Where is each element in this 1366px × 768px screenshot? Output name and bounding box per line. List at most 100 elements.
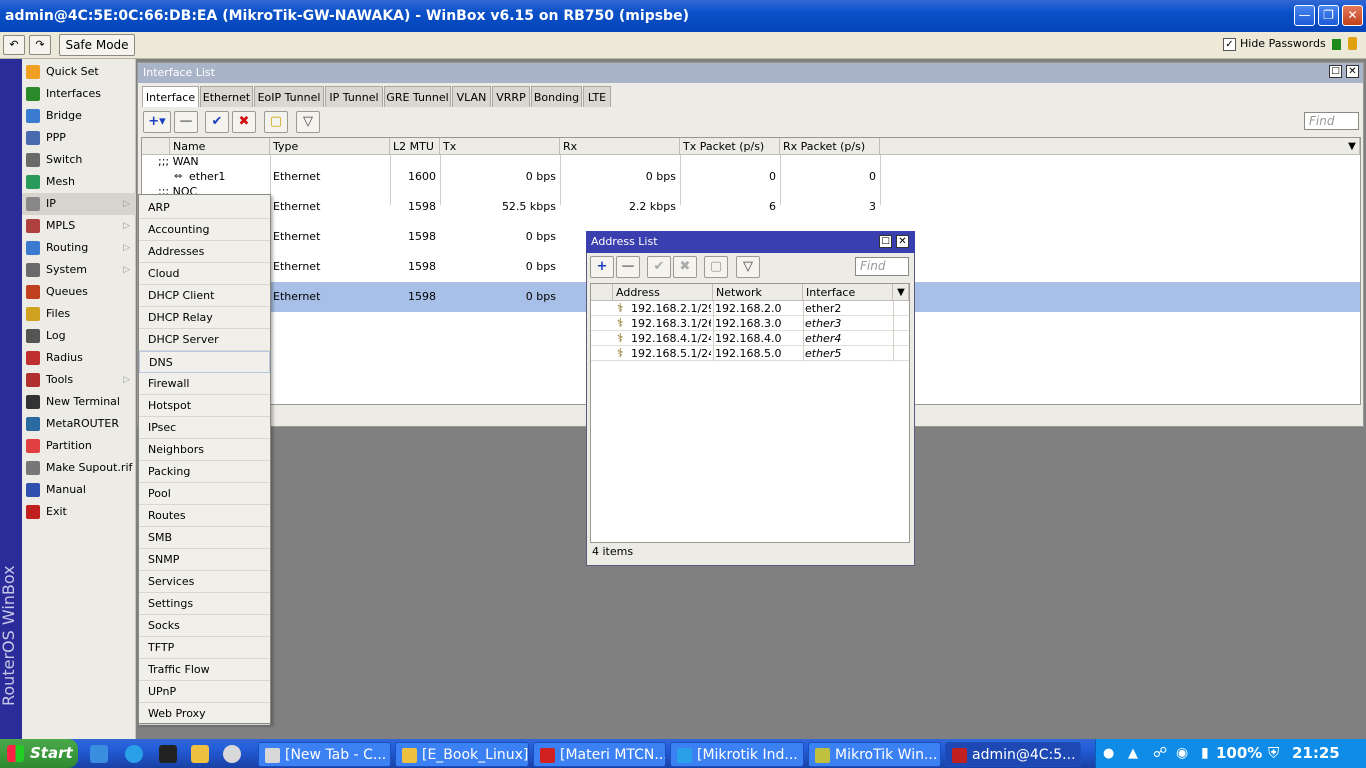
- redo-button[interactable]: ↷: [29, 35, 51, 55]
- ip-submenu-item-arp[interactable]: ARP: [139, 197, 270, 219]
- ie-icon[interactable]: [125, 745, 143, 763]
- ip-submenu-item-accounting[interactable]: Accounting: [139, 219, 270, 241]
- address-list-maximize-button[interactable]: □: [879, 235, 892, 248]
- address-filter-button[interactable]: ▽: [736, 256, 760, 278]
- sidebar-item-partition[interactable]: Partition: [22, 435, 136, 457]
- ip-submenu-item-routes[interactable]: Routes: [139, 505, 270, 527]
- sidebar-item-quick-set[interactable]: Quick Set: [22, 61, 136, 83]
- security-icon[interactable]: ⛨: [1268, 744, 1279, 762]
- safe-mode-button[interactable]: Safe Mode: [59, 34, 135, 56]
- sidebar-item-manual[interactable]: Manual: [22, 479, 136, 501]
- battery-icon[interactable]: ▮: [1201, 745, 1209, 761]
- address-remove-button[interactable]: —: [616, 256, 640, 278]
- tab-bonding[interactable]: Bonding: [531, 86, 582, 107]
- column-header[interactable]: L2 MTU: [390, 138, 440, 155]
- chrome-icon[interactable]: [223, 745, 241, 763]
- ip-submenu-item-packing[interactable]: Packing: [139, 461, 270, 483]
- ip-submenu-item-addresses[interactable]: Addresses: [139, 241, 270, 263]
- sidebar-item-metarouter[interactable]: MetaROUTER: [22, 413, 136, 435]
- sidebar-item-queues[interactable]: Queues: [22, 281, 136, 303]
- taskbar-item[interactable]: MikroTik Win...: [808, 742, 941, 767]
- address-row[interactable]: ⚕ 192.168.4.1/24 192.168.4.0 ether4: [591, 331, 909, 346]
- address-row[interactable]: ⚕ 192.168.3.1/26 192.168.3.0 ether3: [591, 316, 909, 331]
- desktop-icon[interactable]: [90, 745, 108, 763]
- interface-list-close-button[interactable]: ✕: [1346, 65, 1359, 78]
- interface-list-maximize-button[interactable]: □: [1329, 65, 1342, 78]
- sidebar-item-files[interactable]: Files: [22, 303, 136, 325]
- minimize-button[interactable]: —: [1294, 5, 1315, 26]
- sidebar-item-ppp[interactable]: PPP: [22, 127, 136, 149]
- address-column-header[interactable]: [591, 284, 613, 301]
- taskbar-item[interactable]: admin@4C:5...: [945, 742, 1081, 767]
- sidebar-item-switch[interactable]: Switch: [22, 149, 136, 171]
- ip-submenu-item-hotspot[interactable]: Hotspot: [139, 395, 270, 417]
- address-column-header[interactable]: Interface: [803, 284, 893, 301]
- sidebar-item-bridge[interactable]: Bridge: [22, 105, 136, 127]
- column-header-flags[interactable]: [142, 138, 170, 155]
- address-comment-button[interactable]: ▢: [704, 256, 728, 278]
- ip-submenu-item-settings[interactable]: Settings: [139, 593, 270, 615]
- tab-lte[interactable]: LTE: [583, 86, 611, 107]
- address-columns-dropdown-icon[interactable]: ▼: [893, 284, 909, 301]
- ip-submenu-item-traffic-flow[interactable]: Traffic Flow: [139, 659, 270, 681]
- column-header[interactable]: Name: [170, 138, 270, 155]
- taskbar-item[interactable]: [Mikrotik Ind...: [670, 742, 804, 767]
- network-icon[interactable]: ▲: [1128, 746, 1138, 761]
- address-enable-button[interactable]: ✔: [647, 256, 671, 278]
- address-column-header[interactable]: Network: [713, 284, 803, 301]
- sidebar-item-system[interactable]: System ▷: [22, 259, 136, 281]
- comment-button[interactable]: ▢: [264, 111, 288, 133]
- sidebar-item-interfaces[interactable]: Interfaces: [22, 83, 136, 105]
- ip-submenu-item-dhcp-server[interactable]: DHCP Server: [139, 329, 270, 351]
- sidebar-item-mesh[interactable]: Mesh: [22, 171, 136, 193]
- ip-submenu-item-snmp[interactable]: SNMP: [139, 549, 270, 571]
- maximize-button[interactable]: ❐: [1318, 5, 1339, 26]
- ip-submenu-item-dhcp-relay[interactable]: DHCP Relay: [139, 307, 270, 329]
- tab-eoip-tunnel[interactable]: EoIP Tunnel: [254, 86, 324, 107]
- address-column-header[interactable]: Address: [613, 284, 713, 301]
- ip-submenu-item-cloud[interactable]: Cloud: [139, 263, 270, 285]
- tab-ip-tunnel[interactable]: IP Tunnel: [325, 86, 383, 107]
- taskbar-item[interactable]: [Materi MTCN...: [533, 742, 666, 767]
- sidebar-item-exit[interactable]: Exit: [22, 501, 136, 523]
- ip-submenu-item-dns[interactable]: DNS: [139, 351, 270, 373]
- taskbar-item[interactable]: [E_Book_Linux]: [395, 742, 529, 767]
- address-disable-button[interactable]: ✖: [673, 256, 697, 278]
- tab-gre-tunnel[interactable]: GRE Tunnel: [384, 86, 451, 107]
- column-header[interactable]: Rx: [560, 138, 680, 155]
- add-button[interactable]: +▾: [143, 111, 171, 133]
- column-header[interactable]: Rx Packet (p/s): [780, 138, 880, 155]
- address-row[interactable]: ⚕ 192.168.5.1/24 192.168.5.0 ether5: [591, 346, 909, 361]
- ip-submenu-item-firewall[interactable]: Firewall: [139, 373, 270, 395]
- taskbar-item[interactable]: [New Tab - C...: [258, 742, 391, 767]
- address-row[interactable]: ⚕ 192.168.2.1/29 192.168.2.0 ether2: [591, 301, 909, 316]
- sidebar-item-new-terminal[interactable]: New Terminal: [22, 391, 136, 413]
- sidebar-item-radius[interactable]: Radius: [22, 347, 136, 369]
- tab-ethernet[interactable]: Ethernet: [200, 86, 253, 107]
- sidebar-item-mpls[interactable]: MPLS ▷: [22, 215, 136, 237]
- tab-interface[interactable]: Interface: [142, 86, 199, 107]
- column-header[interactable]: Tx: [440, 138, 560, 155]
- table-row[interactable]: Ethernet 1598 52.5 kbps 2.2 kbps 6 3: [142, 199, 1360, 214]
- ip-submenu-item-dhcp-client[interactable]: DHCP Client: [139, 285, 270, 307]
- sidebar-item-tools[interactable]: Tools ▷: [22, 369, 136, 391]
- address-list-close-button[interactable]: ✕: [896, 235, 909, 248]
- table-row[interactable]: ⇔ ether1 Ethernet 1600 0 bps 0 bps 0 0: [142, 169, 1360, 184]
- folder-icon[interactable]: [191, 745, 209, 763]
- filter-button[interactable]: ▽: [296, 111, 320, 133]
- tab-vrrp[interactable]: VRRP: [492, 86, 530, 107]
- sidebar-item-make-supout-rif[interactable]: Make Supout.rif: [22, 457, 136, 479]
- user-icon[interactable]: ●: [1103, 746, 1114, 761]
- ip-submenu-item-socks[interactable]: Socks: [139, 615, 270, 637]
- disable-button[interactable]: ✖: [232, 111, 256, 133]
- ip-submenu-item-web-proxy[interactable]: Web Proxy: [139, 703, 270, 725]
- usb-icon[interactable]: ☍: [1153, 745, 1167, 761]
- ip-submenu-item-pool[interactable]: Pool: [139, 483, 270, 505]
- address-find-input[interactable]: Find: [855, 257, 909, 276]
- tab-vlan[interactable]: VLAN: [452, 86, 491, 107]
- undo-button[interactable]: ↶: [3, 35, 25, 55]
- ip-submenu-item-tftp[interactable]: TFTP: [139, 637, 270, 659]
- ip-submenu-item-services[interactable]: Services: [139, 571, 270, 593]
- ip-submenu-item-neighbors[interactable]: Neighbors: [139, 439, 270, 461]
- ip-submenu-item-smb[interactable]: SMB: [139, 527, 270, 549]
